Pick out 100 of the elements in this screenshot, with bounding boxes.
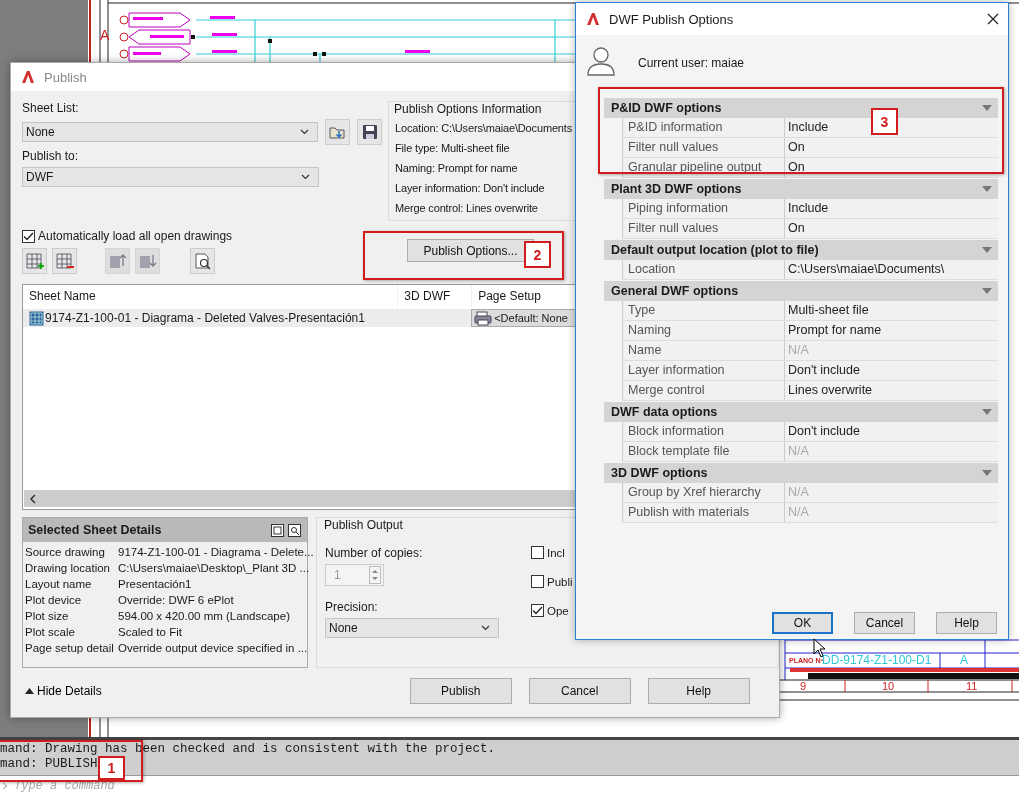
- info-text: Merge control: Lines overwrite: [395, 202, 539, 214]
- property-label: Filter null values: [623, 219, 785, 238]
- detail-value: 594.00 x 420.00 mm (Landscape): [118, 610, 291, 622]
- detail-value: Scaled to Fit: [118, 626, 183, 638]
- field-label: Number of copies:: [325, 546, 424, 560]
- group-title: Publish Output: [322, 518, 405, 532]
- add-sheet-button[interactable]: [22, 248, 47, 274]
- chevron-down-icon: [300, 129, 310, 135]
- property-value[interactable]: On: [785, 138, 805, 157]
- command-output: mand: PUBLISH: [0, 757, 98, 772]
- checkbox[interactable]: [22, 229, 35, 243]
- chevron-down-icon: [301, 174, 310, 180]
- chevron-down-icon: [481, 625, 490, 631]
- property-label: Name: [623, 341, 785, 360]
- dialog-button[interactable]: Cancel: [854, 612, 915, 634]
- table-cell: 9174-Z1-100-01 - Diagrama - Deleted Valves-Presentación1: [45, 311, 365, 325]
- detail-label: Drawing location: [25, 562, 111, 574]
- checkbox-label: Automatically load all open drawings: [38, 229, 233, 243]
- checkbox[interactable]: [531, 604, 544, 617]
- dropdown[interactable]: None: [22, 122, 319, 142]
- dialog-button[interactable]: OK: [772, 612, 833, 634]
- property-label: Granular pipeline output: [623, 158, 785, 177]
- folder-icon: [328, 124, 347, 140]
- column-header[interactable]: 3D DWF: [397, 285, 472, 307]
- property-value[interactable]: On: [785, 158, 805, 177]
- caret-down-icon: [982, 288, 992, 294]
- sheet-add-icon: [24, 251, 45, 271]
- dialog-button[interactable]: Help: [647, 678, 750, 704]
- info-text: Naming: Prompt for name: [395, 162, 519, 174]
- info-text: Location: C:\Users\maiae\Documents: [395, 122, 574, 134]
- detail-value: 9174-Z1-100-01 - Diagrama - Delete...: [118, 546, 314, 558]
- property-label: Publish with materials: [623, 503, 785, 522]
- section-header[interactable]: 3D DWF options: [604, 463, 998, 483]
- spin-arrows-icon: [369, 566, 381, 584]
- field-label: Sheet List:: [22, 101, 80, 115]
- property-label: Type: [623, 301, 785, 320]
- detail-value: Override: DWF 6 ePlot: [118, 594, 235, 606]
- checkbox[interactable]: [531, 575, 544, 588]
- property-value[interactable]: Lines overwrite: [785, 381, 873, 400]
- preview-button[interactable]: [190, 248, 215, 274]
- property-value[interactable]: C:\Users\maiae\Documents\: [785, 260, 945, 279]
- panel-title: Selected Sheet Details: [28, 523, 162, 537]
- checkbox-label: Publi: [547, 575, 573, 588]
- property-value[interactable]: On: [785, 219, 805, 238]
- caret-down-icon: [982, 105, 992, 111]
- section-header[interactable]: General DWF options: [604, 281, 998, 301]
- dropdown[interactable]: None: [325, 618, 499, 638]
- property-value[interactable]: Don't include: [785, 361, 860, 380]
- publish-options-button[interactable]: Publish Options...: [407, 239, 534, 262]
- checkbox[interactable]: [531, 546, 544, 559]
- detail-label: Plot scale: [25, 626, 76, 638]
- property-value[interactable]: Don't include: [785, 422, 860, 441]
- callout-number: 3: [871, 108, 898, 135]
- window-icon: [271, 523, 284, 537]
- caret-down-icon: [982, 409, 992, 415]
- dialog-button[interactable]: Publish: [409, 678, 512, 704]
- window-title: DWF Publish Options: [609, 11, 735, 27]
- callout-number: 2: [524, 241, 551, 268]
- caret-down-icon: [982, 470, 992, 476]
- field-label: Publish to:: [22, 149, 80, 163]
- checkmark-icon: [532, 606, 543, 615]
- grid-letter: A: [100, 27, 110, 43]
- magnifier-icon: [192, 251, 213, 271]
- property-value[interactable]: Include: [785, 199, 829, 218]
- detail-value: C:\Users\maiae\Desktop\_Plant 3D ...: [118, 562, 311, 574]
- detail-label: Page setup detail: [25, 642, 115, 654]
- property-value[interactable]: Include: [785, 118, 829, 137]
- section-header[interactable]: P&ID DWF options: [604, 98, 998, 118]
- save-button[interactable]: [357, 119, 382, 145]
- column-header[interactable]: Sheet Name: [23, 285, 398, 307]
- info-text: Layer information: Don't include: [395, 182, 546, 194]
- column-number: 9: [800, 680, 807, 692]
- property-label: Piping information: [623, 199, 785, 218]
- triangle-up-icon: [25, 688, 34, 694]
- callout-number: 1: [98, 756, 125, 780]
- property-value[interactable]: Multi-sheet file: [785, 301, 869, 320]
- checkbox-label: Incl: [547, 546, 565, 559]
- dialog-button[interactable]: Cancel: [528, 678, 631, 704]
- field-label: Precision:: [325, 600, 379, 614]
- group-title: Publish Options Information: [392, 102, 544, 116]
- section-header[interactable]: Default output location (plot to file): [604, 240, 998, 260]
- detail-label: Source drawing: [25, 546, 106, 558]
- checkbox-label: Ope: [547, 604, 569, 617]
- section-header[interactable]: Plant 3D DWF options: [604, 179, 998, 199]
- dialog-button[interactable]: Help: [936, 612, 997, 634]
- caret-down-icon: [982, 186, 992, 192]
- line-tag: [119, 12, 191, 28]
- prompt-icon: [2, 782, 8, 790]
- load-sheet-list-button[interactable]: [325, 119, 351, 145]
- line-tag: [119, 29, 191, 45]
- property-label: Filter null values: [623, 138, 785, 157]
- section-header[interactable]: DWF data options: [604, 402, 998, 422]
- property-label: Location: [623, 260, 785, 279]
- dropdown[interactable]: DWF: [22, 167, 319, 187]
- remove-sheet-button[interactable]: [52, 248, 77, 274]
- property-label: P&ID information: [623, 118, 785, 137]
- detail-value: Presentación1: [118, 578, 193, 590]
- property-value[interactable]: Prompt for name: [785, 321, 882, 340]
- window-title: Publish: [44, 69, 87, 85]
- hide-details-button[interactable]: Hide Details: [25, 684, 102, 698]
